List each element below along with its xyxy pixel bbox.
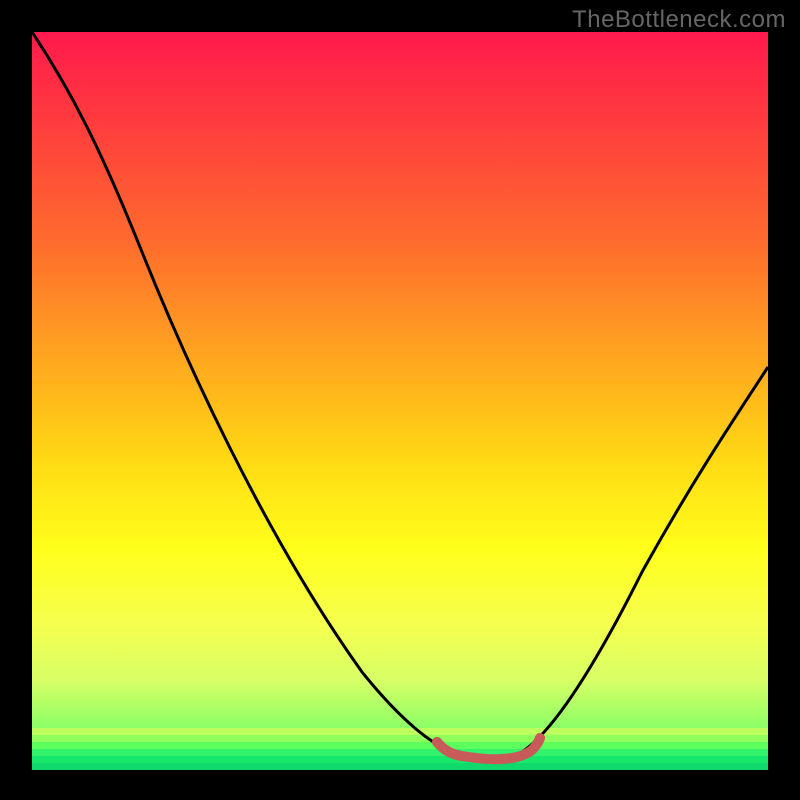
chart-frame: TheBottleneck.com [0,0,800,800]
curve-left-branch [32,32,452,752]
plot-area [32,32,768,770]
trough-dot-right [535,733,545,743]
watermark-text: TheBottleneck.com [572,6,786,34]
trough-dot-left [432,737,442,747]
curve-right-branch [522,367,768,752]
curve-layer [32,32,768,770]
